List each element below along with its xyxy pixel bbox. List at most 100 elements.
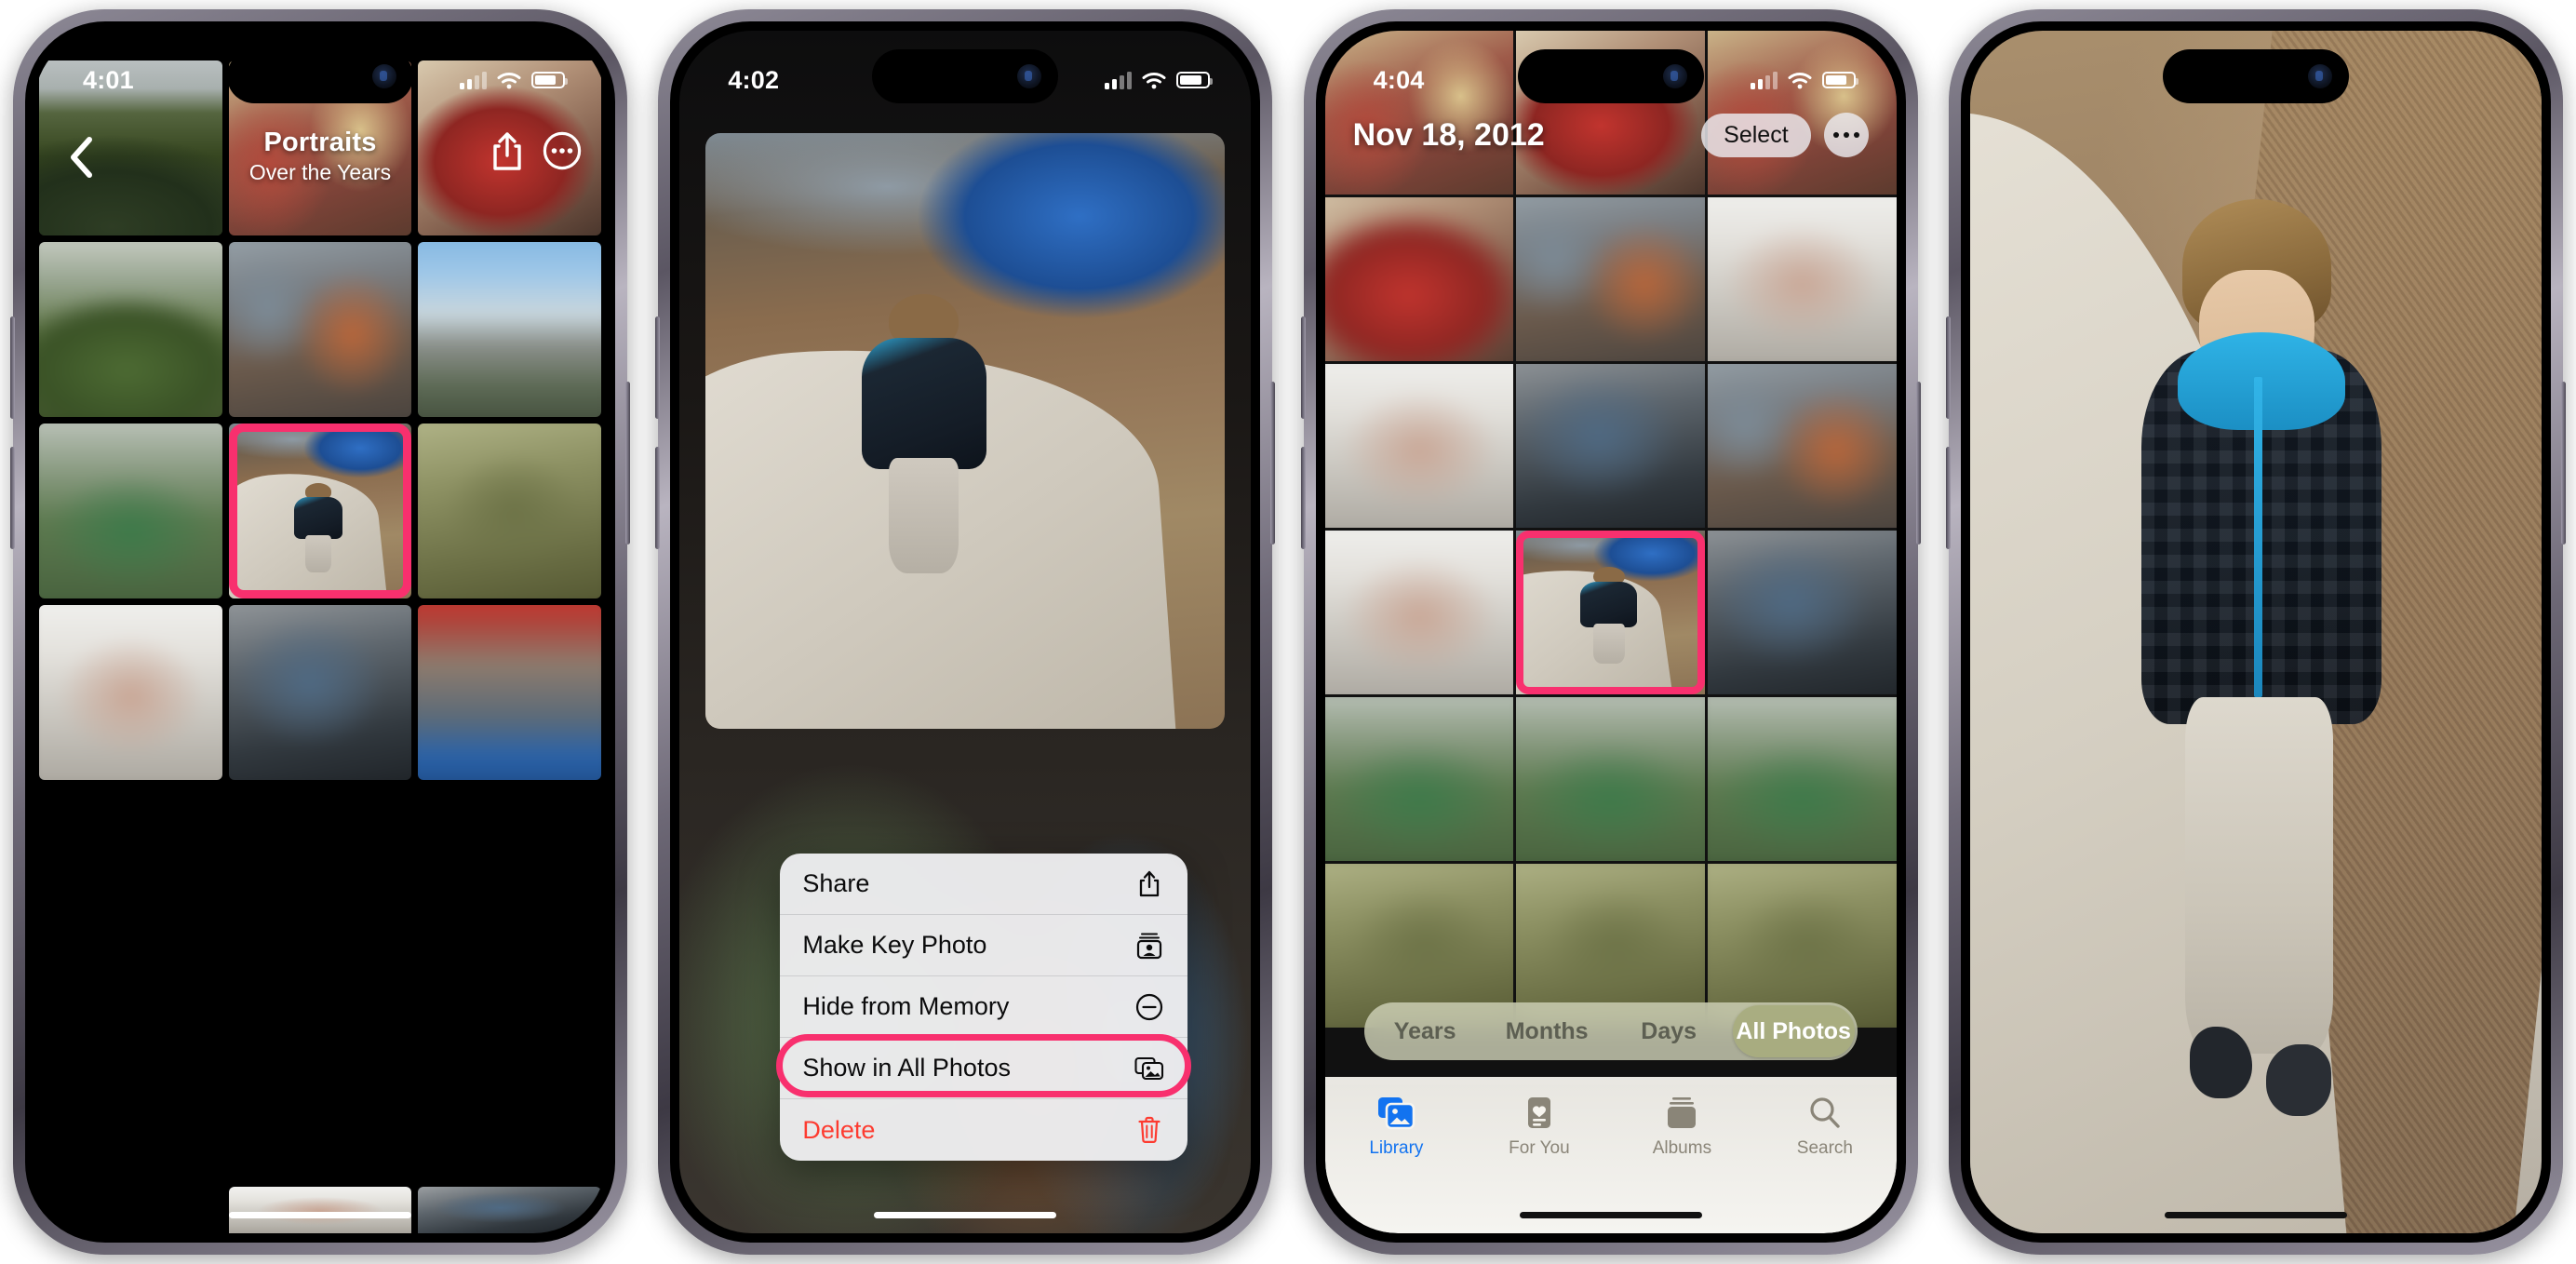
dynamic-island bbox=[227, 49, 413, 103]
menu-item-share[interactable]: Share bbox=[780, 854, 1188, 915]
memory-tile-selected[interactable] bbox=[228, 424, 412, 598]
albums-icon bbox=[1668, 1097, 1697, 1128]
phone-4-bezel bbox=[1960, 21, 2551, 1243]
photo-tile[interactable] bbox=[1516, 697, 1705, 861]
photo-tile[interactable] bbox=[1707, 197, 1897, 361]
tab-for-you[interactable]: For You bbox=[1468, 1096, 1611, 1159]
front-camera-icon bbox=[372, 64, 396, 88]
share-button[interactable] bbox=[489, 131, 526, 172]
home-indicator bbox=[229, 1212, 411, 1218]
volume-button[interactable] bbox=[10, 447, 15, 549]
memory-tile[interactable] bbox=[228, 605, 412, 780]
photo-tile[interactable] bbox=[1324, 197, 1514, 361]
coat-zipper bbox=[2254, 377, 2263, 698]
segment-months[interactable]: Months bbox=[1486, 1002, 1608, 1060]
more-button[interactable] bbox=[543, 131, 582, 172]
phone-3-frame: Nov 18, 2012 Select Years Months Days Al… bbox=[1300, 9, 1921, 1255]
photo-tile[interactable] bbox=[1707, 364, 1897, 528]
phone-2-frame: Share Make Key Photo Hide from Memory Sh… bbox=[655, 9, 1276, 1255]
menu-item-hide-from-memory[interactable]: Hide from Memory bbox=[780, 976, 1188, 1038]
library-scope-segmented-control: Years Months Days All Photos bbox=[1363, 1002, 1858, 1060]
phone-4-screen bbox=[1969, 31, 2542, 1233]
fullscreen-photo[interactable] bbox=[1969, 31, 2542, 1233]
photo-tile[interactable] bbox=[1707, 697, 1897, 861]
memory-tile-partial[interactable] bbox=[418, 1187, 601, 1233]
volume-button[interactable] bbox=[1945, 447, 1951, 549]
memory-actions bbox=[489, 131, 582, 172]
memory-photo-grid bbox=[34, 31, 606, 1233]
for-you-icon bbox=[1527, 1097, 1550, 1128]
photo-tile-selected[interactable] bbox=[1516, 531, 1705, 694]
phone-3-screen: Nov 18, 2012 Select Years Months Days Al… bbox=[1324, 31, 1897, 1233]
photo-stack-icon bbox=[1134, 1053, 1165, 1084]
home-indicator bbox=[1519, 1212, 1702, 1218]
share-icon bbox=[493, 132, 521, 170]
boy-figure bbox=[294, 482, 342, 572]
photo-context-menu: Share Make Key Photo Hide from Memory Sh… bbox=[780, 854, 1188, 1161]
boy-figure bbox=[861, 293, 986, 574]
tab-bar: Library For You Albums Search bbox=[1324, 1077, 1897, 1233]
more-button[interactable] bbox=[1823, 113, 1869, 157]
photo-stack-icon bbox=[1378, 1097, 1415, 1130]
tab-albums[interactable]: Albums bbox=[1611, 1096, 1754, 1159]
volume-button[interactable] bbox=[655, 447, 661, 549]
boy-figure bbox=[1580, 566, 1638, 664]
right-shoe bbox=[2266, 1044, 2331, 1116]
phone-2-screen: Share Make Key Photo Hide from Memory Sh… bbox=[679, 31, 1252, 1233]
memory-tile-partial[interactable] bbox=[228, 1187, 412, 1233]
memory-tile[interactable] bbox=[418, 605, 601, 780]
header-actions: Select bbox=[1701, 113, 1869, 157]
power-button[interactable] bbox=[625, 382, 630, 545]
trash-icon bbox=[1134, 1114, 1165, 1146]
home-indicator bbox=[874, 1212, 1057, 1218]
memory-tile[interactable] bbox=[228, 242, 412, 417]
front-camera-icon bbox=[1017, 64, 1042, 88]
menu-item-show-in-all-photos[interactable]: Show in All Photos bbox=[780, 1038, 1188, 1099]
segment-all-photos[interactable]: All Photos bbox=[1732, 1005, 1855, 1057]
search-icon bbox=[1810, 1097, 1840, 1128]
photo-tile[interactable] bbox=[1516, 364, 1705, 528]
photo-date-label: Nov 18, 2012 bbox=[1352, 116, 1545, 153]
library-header: Nov 18, 2012 Select bbox=[1325, 113, 1897, 157]
pants bbox=[2184, 697, 2334, 1054]
memory-tile[interactable] bbox=[418, 242, 601, 417]
phone-1-frame: Portraits Over the Years 4:01 bbox=[10, 9, 630, 1255]
previewed-photo[interactable] bbox=[705, 133, 1226, 729]
menu-item-make-key-photo[interactable]: Make Key Photo bbox=[780, 915, 1188, 976]
photo-tile[interactable] bbox=[1324, 697, 1514, 861]
photo-tile[interactable] bbox=[1324, 531, 1514, 694]
volume-button[interactable] bbox=[1300, 447, 1306, 549]
photo-tile[interactable] bbox=[1707, 531, 1897, 694]
segment-days[interactable]: Days bbox=[1608, 1002, 1730, 1060]
phone-2-bezel: Share Make Key Photo Hide from Memory Sh… bbox=[670, 21, 1261, 1243]
phone-3-bezel: Nov 18, 2012 Select Years Months Days Al… bbox=[1315, 21, 1906, 1243]
menu-item-label: Delete bbox=[802, 1115, 876, 1144]
power-button[interactable] bbox=[1915, 382, 1921, 545]
power-button[interactable] bbox=[1270, 382, 1276, 545]
phone-1-bezel: Portraits Over the Years 4:01 bbox=[25, 21, 615, 1243]
menu-item-delete[interactable]: Delete bbox=[780, 1099, 1187, 1161]
tab-label: Albums bbox=[1652, 1138, 1712, 1158]
four-phone-screenshot-strip: Portraits Over the Years 4:01 Share Make… bbox=[0, 0, 2576, 1264]
memory-tile[interactable] bbox=[418, 424, 601, 598]
front-camera-icon bbox=[2307, 64, 2332, 88]
tab-library[interactable]: Library bbox=[1325, 1096, 1469, 1159]
memory-tile[interactable] bbox=[39, 605, 222, 780]
memory-tile[interactable] bbox=[39, 424, 222, 598]
front-camera-icon bbox=[1662, 64, 1687, 88]
photo-tile[interactable] bbox=[1324, 364, 1514, 528]
segment-years[interactable]: Years bbox=[1364, 1002, 1486, 1060]
select-button[interactable]: Select bbox=[1701, 113, 1811, 157]
photo-tile[interactable] bbox=[1516, 197, 1705, 361]
dynamic-island bbox=[2162, 49, 2349, 103]
tab-label: Search bbox=[1796, 1138, 1853, 1158]
tab-search[interactable]: Search bbox=[1753, 1096, 1897, 1159]
menu-item-label: Hide from Memory bbox=[802, 992, 1010, 1020]
tab-label: Library bbox=[1369, 1138, 1424, 1158]
dynamic-island bbox=[1517, 49, 1704, 103]
menu-item-label: Make Key Photo bbox=[802, 931, 987, 959]
ellipsis-circle-icon bbox=[543, 131, 582, 170]
power-button[interactable] bbox=[2560, 382, 2566, 545]
memory-tile[interactable] bbox=[39, 242, 222, 417]
key-photo-icon bbox=[1134, 930, 1165, 961]
